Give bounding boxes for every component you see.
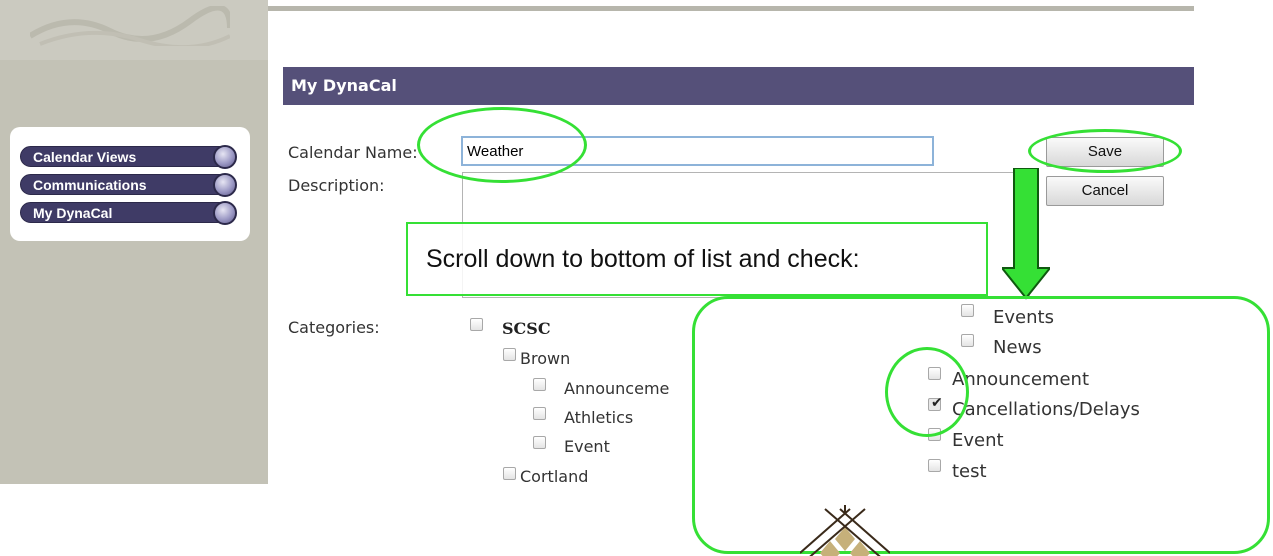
calendar-name-label: Calendar Name: xyxy=(288,143,418,162)
category-checkbox-cortland[interactable] xyxy=(503,467,516,480)
lattice-decoration xyxy=(800,505,890,556)
cancel-button[interactable]: Cancel xyxy=(1046,176,1164,206)
sidebar-item-label: My DynaCal xyxy=(33,205,113,221)
highlight-ellipse-checkbox xyxy=(885,347,969,437)
page-title: My DynaCal xyxy=(283,67,1194,105)
top-strip xyxy=(268,6,1194,11)
highlight-ellipse-save xyxy=(1028,129,1182,173)
category-checkbox-news[interactable] xyxy=(961,334,974,347)
category-label: Brown xyxy=(520,349,571,368)
category-checkbox-brown[interactable] xyxy=(503,348,516,361)
category-label: SCSC xyxy=(502,319,551,338)
category-label: Cancellations/Delays xyxy=(952,399,1140,420)
sidebar-item-communications[interactable]: Communications xyxy=(20,173,237,197)
category-checkbox-athletics[interactable] xyxy=(533,407,546,420)
category-label: Announcement xyxy=(952,369,1090,390)
highlight-ellipse-name xyxy=(417,107,587,183)
sidebar-item-label: Communications xyxy=(33,177,147,193)
down-arrow-icon xyxy=(1002,168,1050,300)
banner-decoration xyxy=(30,6,230,46)
category-checkbox-announcement[interactable] xyxy=(533,378,546,391)
category-checkbox-scsc[interactable] xyxy=(470,318,483,331)
instruction-callout: Scroll down to bottom of list and check: xyxy=(406,222,988,296)
category-label: Event xyxy=(952,430,1004,451)
orb-icon xyxy=(213,145,237,169)
category-label: Announceme xyxy=(564,379,670,398)
category-label: News xyxy=(993,337,1042,358)
orb-icon xyxy=(213,173,237,197)
sidebar-item-calendar-views[interactable]: Calendar Views xyxy=(20,145,237,169)
zoom-callout xyxy=(692,296,1270,554)
category-checkbox-test[interactable] xyxy=(928,459,941,472)
sidebar-item-my-dynacal[interactable]: My DynaCal xyxy=(20,201,237,225)
category-checkbox-event[interactable] xyxy=(533,436,546,449)
category-label: Event xyxy=(564,437,610,456)
categories-label: Categories: xyxy=(288,318,380,337)
sidebar-item-label: Calendar Views xyxy=(33,149,137,165)
category-label: test xyxy=(952,461,987,482)
category-label: Athletics xyxy=(564,408,634,427)
category-label: Cortland xyxy=(520,467,589,486)
description-label: Description: xyxy=(288,176,385,195)
orb-icon xyxy=(213,201,237,225)
category-label: Events xyxy=(993,307,1054,328)
left-sidebar xyxy=(0,0,268,484)
category-checkbox-events[interactable] xyxy=(961,304,974,317)
